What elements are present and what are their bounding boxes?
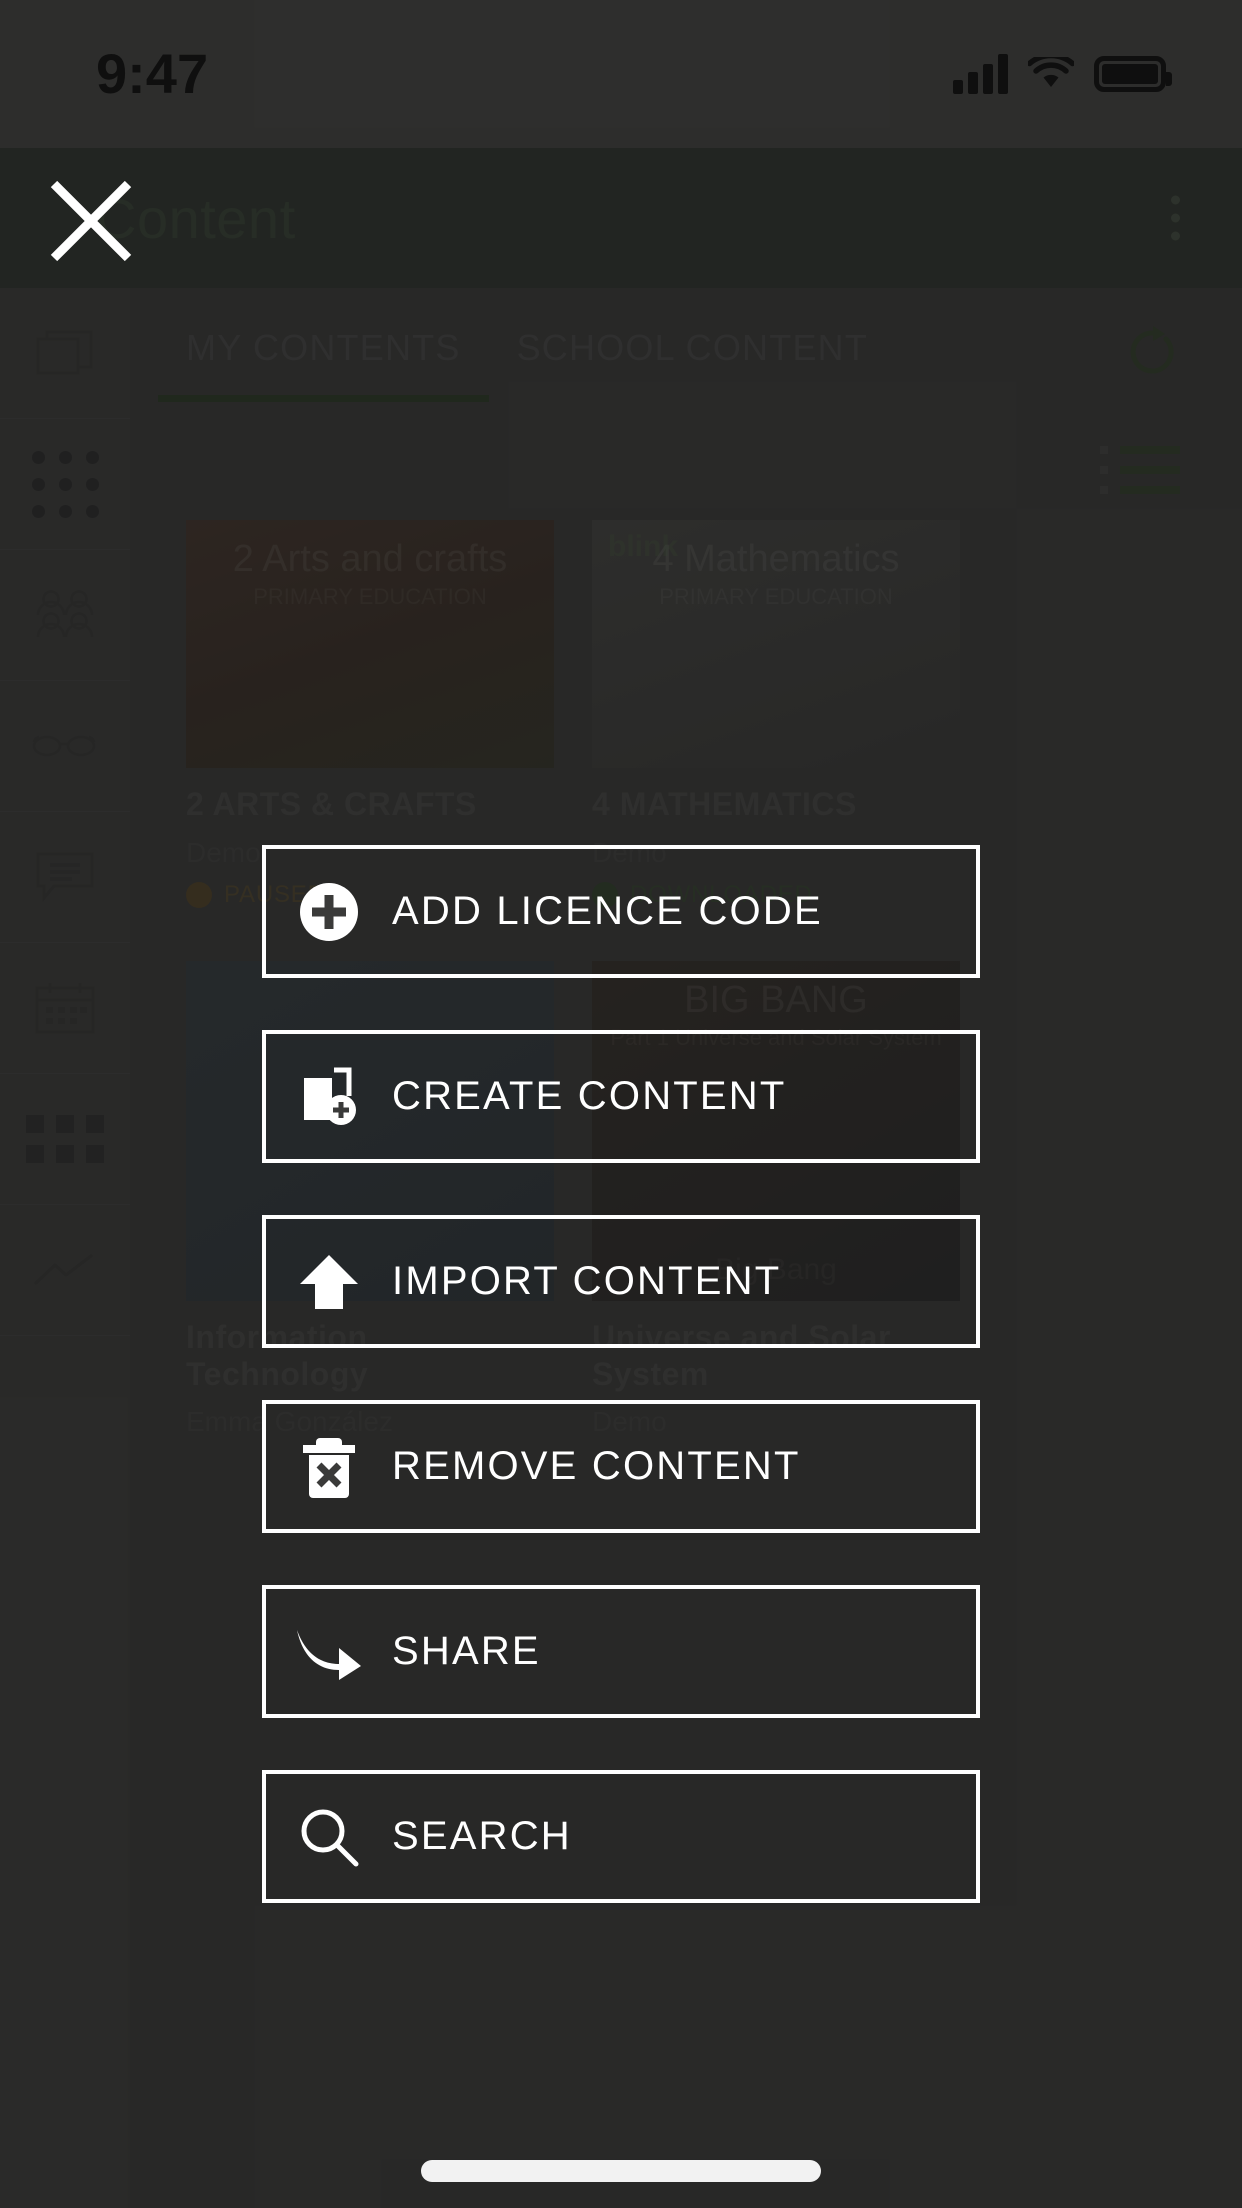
search-button[interactable]: SEARCH [262, 1770, 980, 1903]
sidebar [0, 288, 130, 2208]
search-icon [266, 1806, 392, 1868]
card-thumbnail: 4 Mathematics PRIMARY EDUCATION blink [592, 520, 960, 768]
close-button[interactable] [46, 176, 136, 266]
sidebar-item-analytics[interactable] [0, 1205, 130, 1336]
people-icon [36, 590, 94, 638]
close-icon [50, 180, 132, 262]
create-content-icon [266, 1064, 392, 1130]
status-dot-icon [186, 881, 212, 908]
action-label: SEARCH [392, 1814, 572, 1858]
app-screen: 9:47 Content MY CONTENTS SCHOOL CONTENT … [0, 0, 1242, 2208]
refresh-icon[interactable] [1124, 324, 1180, 385]
action-label: CREATE CONTENT [392, 1074, 787, 1118]
home-indicator[interactable] [421, 2160, 821, 2182]
share-arrow-icon [266, 1624, 392, 1680]
thumb-subtitle: PRIMARY EDUCATION [253, 584, 487, 609]
sidebar-item-content[interactable] [0, 288, 130, 419]
dots-grid-icon [31, 450, 99, 518]
trash-x-icon [266, 1434, 392, 1500]
kebab-menu-icon[interactable] [1171, 195, 1180, 241]
thumb-subtitle: PRIMARY EDUCATION [659, 584, 893, 609]
upload-arrow-icon [266, 1251, 392, 1313]
add-licence-code-button[interactable]: ADD LICENCE CODE [262, 845, 980, 978]
glasses-icon [32, 735, 96, 757]
view-toolbar [130, 408, 1242, 538]
chat-bubble-icon [36, 852, 94, 903]
card-title: 2 ARTS & CRAFTS [186, 786, 477, 822]
analytics-line-icon [34, 1254, 93, 1285]
import-content-button[interactable]: IMPORT CONTENT [262, 1215, 980, 1348]
calendar-icon [35, 983, 95, 1034]
sidebar-item-students[interactable] [0, 550, 130, 681]
card-title: 4 MATHEMATICS [592, 786, 857, 822]
remove-content-button[interactable]: REMOVE CONTENT [262, 1400, 980, 1533]
action-menu: ADD LICENCE CODE CREATE CONTENT IMPORT C… [262, 845, 980, 1955]
plus-circle-icon [266, 881, 392, 943]
create-content-button[interactable]: CREATE CONTENT [262, 1030, 980, 1163]
card-thumbnail: 2 Arts and crafts PRIMARY EDUCATION [186, 520, 554, 768]
sidebar-item-groups[interactable] [0, 419, 130, 550]
cellular-signal-icon [953, 54, 1008, 94]
thumb-title: 2 Arts and crafts [232, 538, 508, 580]
content-layers-icon [36, 330, 93, 375]
wifi-icon [1028, 57, 1074, 87]
action-label: ADD LICENCE CODE [392, 889, 823, 933]
action-label: REMOVE CONTENT [392, 1444, 801, 1488]
action-label: SHARE [392, 1629, 541, 1673]
status-icons [953, 54, 1172, 94]
sidebar-item-calendar[interactable] [0, 943, 130, 1074]
sidebar-item-supervision[interactable] [0, 681, 130, 812]
app-header: Content [0, 148, 1242, 288]
list-view-icon[interactable] [1100, 446, 1180, 494]
sidebar-item-messages[interactable] [0, 812, 130, 943]
tab-school-content[interactable]: SCHOOL CONTENT [489, 288, 897, 408]
share-button[interactable]: SHARE [262, 1585, 980, 1718]
status-bar: 9:47 [0, 0, 1242, 148]
tab-my-contents[interactable]: MY CONTENTS [158, 288, 489, 408]
blink-badge: blink [608, 530, 679, 563]
apps-grid-icon [26, 1115, 104, 1163]
status-time: 9:47 [96, 42, 209, 105]
sidebar-item-apps[interactable] [0, 1074, 130, 1205]
tab-bar: MY CONTENTS SCHOOL CONTENT [130, 288, 1242, 408]
battery-icon [1094, 56, 1172, 92]
action-label: IMPORT CONTENT [392, 1259, 782, 1303]
